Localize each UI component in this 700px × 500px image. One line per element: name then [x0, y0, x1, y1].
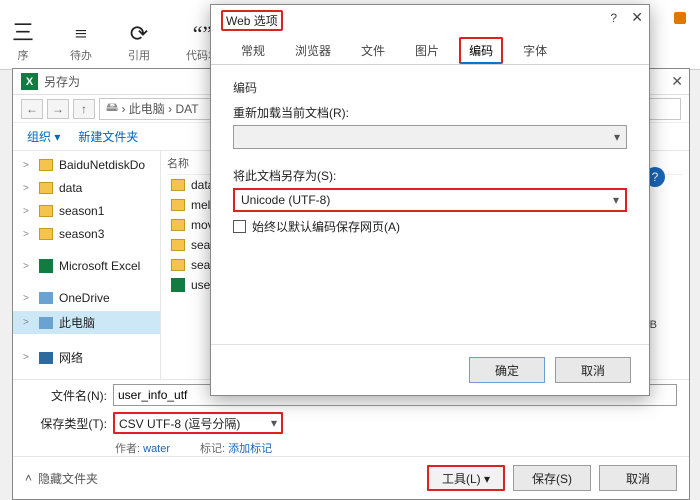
tag-value[interactable]: 添加标记	[228, 443, 272, 455]
nav-label: BaiduNetdiskDo	[59, 158, 145, 172]
indicator-dot	[674, 12, 686, 24]
nav-label: season3	[59, 227, 104, 241]
webopt-title: Web 选项	[221, 10, 283, 31]
nav-item[interactable]: >Microsoft Excel	[13, 256, 160, 276]
up-button[interactable]: ↑	[73, 99, 95, 119]
folder-icon	[171, 259, 185, 271]
folder-icon	[171, 219, 185, 231]
filetype-label: 保存类型(T):	[25, 415, 107, 432]
excel-icon: X	[21, 73, 38, 90]
reload-label: 重新加载当前文档(R):	[233, 104, 627, 121]
nav-pane: >BaiduNetdiskDo >data >season1 >season3 >Mic…	[13, 151, 161, 379]
chevron-up-icon[interactable]: ˄	[25, 471, 32, 485]
drive-icon	[39, 352, 53, 364]
new-folder-button[interactable]: 新建文件夹	[78, 128, 138, 145]
nav-item[interactable]: >season3	[13, 224, 160, 244]
always-default-label: 始终以默认编码保存网页(A)	[252, 218, 400, 235]
drive-icon	[39, 259, 53, 273]
close-icon[interactable]: ✕	[671, 73, 683, 90]
tools-button[interactable]: 工具(L) ▾	[427, 465, 505, 491]
nav-item[interactable]: >BaiduNetdiskDo	[13, 155, 160, 175]
nav-label: Microsoft Excel	[59, 259, 140, 273]
nav-item[interactable]: >此电脑	[13, 311, 160, 334]
close-icon[interactable]: ✕	[631, 9, 643, 26]
webopt-tabs: 常规浏览器文件图片编码字体	[211, 37, 649, 65]
filetype-combo[interactable]: CSV UTF-8 (逗号分隔)	[113, 412, 283, 434]
ok-button[interactable]: 确定	[469, 357, 545, 383]
tab-常规[interactable]: 常规	[231, 37, 275, 64]
back-button[interactable]: ←	[21, 99, 43, 119]
folder-icon	[171, 179, 185, 191]
author-value[interactable]: water	[143, 443, 170, 455]
nav-item[interactable]: >OneDrive	[13, 288, 160, 308]
tab-编码[interactable]: 编码	[459, 37, 503, 64]
reload-encoding-combo[interactable]	[233, 125, 627, 149]
drive-icon	[39, 317, 53, 329]
folder-icon	[39, 205, 53, 217]
always-default-checkbox[interactable]	[233, 220, 246, 233]
drive-icon	[39, 292, 53, 304]
hide-folders-link[interactable]: 隐藏文件夹	[38, 470, 98, 487]
saveas-encoding-combo[interactable]: Unicode (UTF-8)	[233, 188, 627, 212]
nav-label: OneDrive	[59, 291, 110, 305]
nav-label: season1	[59, 204, 104, 218]
forward-button[interactable]: →	[47, 99, 69, 119]
dialog-title: 另存为	[44, 73, 80, 90]
webopt-cancel-button[interactable]: 取消	[555, 357, 631, 383]
tab-文件[interactable]: 文件	[351, 37, 395, 64]
web-options-dialog: Web 选项 ? ✕ 常规浏览器文件图片编码字体 编码 重新加载当前文档(R):…	[210, 4, 650, 396]
saveas-label: 将此文档另存为(S):	[233, 167, 627, 184]
col-name[interactable]: 名称	[167, 155, 189, 171]
filename-label: 文件名(N):	[25, 387, 107, 404]
tab-字体[interactable]: 字体	[513, 37, 557, 64]
folder-icon	[171, 239, 185, 251]
cancel-button[interactable]: 取消	[599, 465, 677, 491]
folder-icon	[171, 199, 185, 211]
nav-item[interactable]: >data	[13, 178, 160, 198]
nav-label: 此电脑	[59, 314, 95, 331]
organize-menu[interactable]: 组织 ▾	[27, 128, 60, 145]
nav-label: data	[59, 181, 82, 195]
nav-label: 网络	[59, 349, 83, 366]
save-button[interactable]: 保存(S)	[513, 465, 591, 491]
tab-浏览器[interactable]: 浏览器	[285, 37, 341, 64]
tab-图片[interactable]: 图片	[405, 37, 449, 64]
help-icon[interactable]: ?	[610, 11, 617, 25]
folder-icon	[39, 228, 53, 240]
encoding-group: 编码	[233, 79, 627, 96]
folder-icon	[39, 159, 53, 171]
nav-item[interactable]: >网络	[13, 346, 160, 369]
excel-icon	[171, 278, 185, 292]
folder-icon	[39, 182, 53, 194]
nav-item[interactable]: >season1	[13, 201, 160, 221]
